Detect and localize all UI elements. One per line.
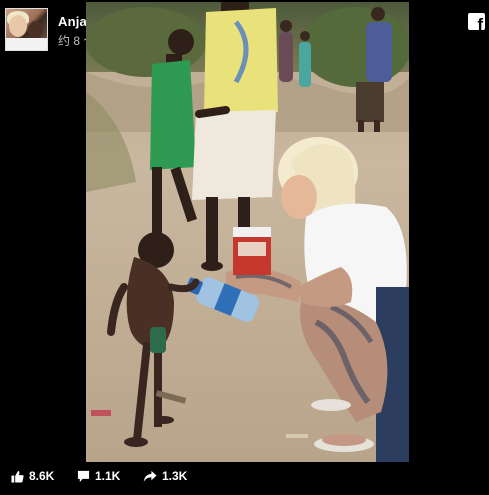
embedded-facebook-post: Anja Ringgren Lovén 约 8 个月前 f (0, 0, 489, 495)
shares-count: 1.3K (162, 469, 188, 483)
comment-icon (77, 470, 90, 482)
likes-stat[interactable]: 8.6K (11, 467, 54, 485)
share-arrow-icon (143, 470, 157, 482)
post-stats-bar: 8.6K 1.1K 1.3K (0, 462, 489, 495)
thumbs-up-icon (11, 470, 24, 483)
shares-stat[interactable]: 1.3K (143, 467, 187, 485)
comments-stat[interactable]: 1.1K (77, 467, 120, 485)
post-photo[interactable] (86, 2, 409, 462)
likes-count: 8.6K (29, 469, 55, 483)
comments-count: 1.1K (95, 469, 121, 483)
facebook-icon[interactable]: f (468, 13, 485, 30)
author-avatar[interactable] (5, 8, 48, 51)
